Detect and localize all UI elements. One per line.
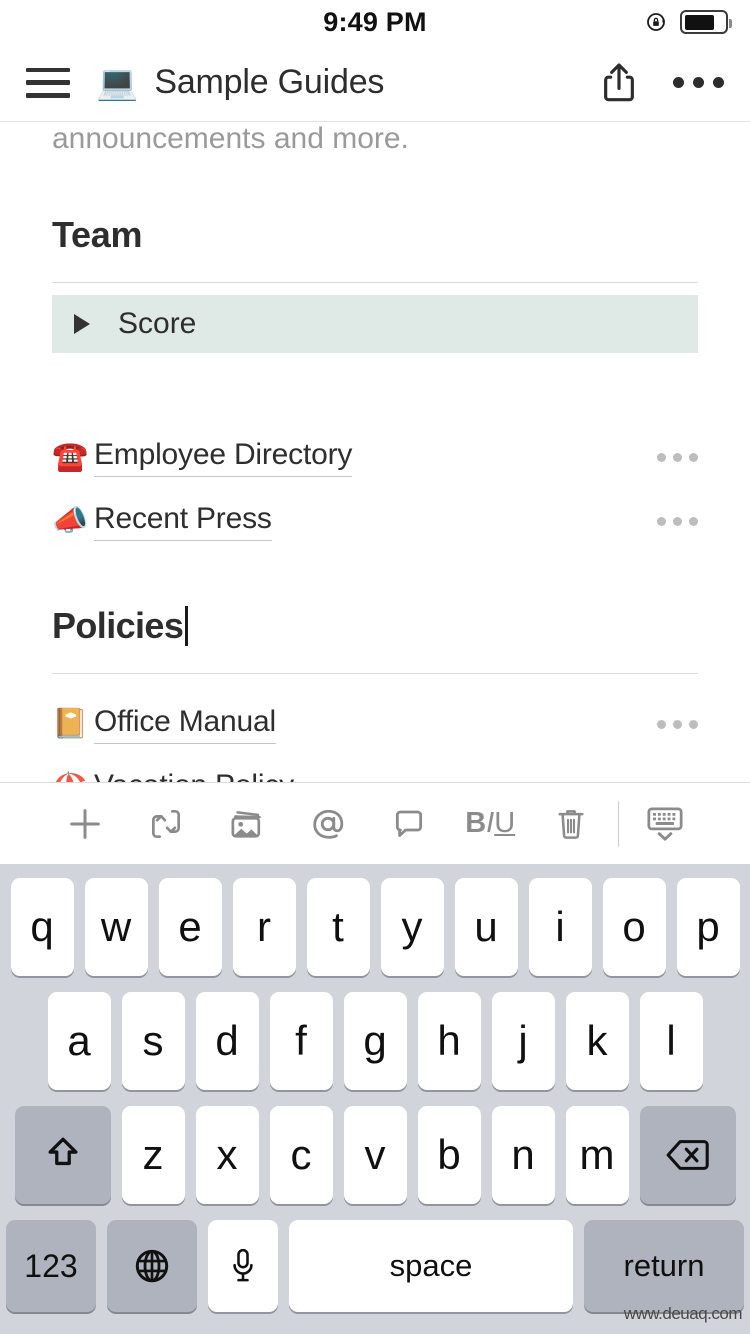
key-p[interactable]: p [676,878,740,976]
keyboard-row-3: z x c v b n m [0,1106,750,1204]
key-e[interactable]: e [158,878,222,976]
plus-icon [69,808,100,839]
keyboard-row-1: q w e r t y u i o p [0,878,750,976]
more-options-icon[interactable] [673,77,724,88]
add-block-button[interactable] [44,804,125,844]
key-o[interactable]: o [602,878,666,976]
mention-icon [313,809,344,839]
row-more-icon[interactable] [657,516,698,526]
space-key[interactable]: space [289,1220,573,1312]
section-heading-policies-text: Policies [52,605,184,646]
triangle-right-icon[interactable] [74,314,90,334]
text-format-icon: BIU [465,807,516,839]
app-header-actions [599,61,724,105]
key-s[interactable]: s [121,992,185,1090]
document-body[interactable]: of truth for important information, poli… [0,122,750,820]
comment-button[interactable] [369,804,450,844]
key-q[interactable]: q [10,878,74,976]
status-bar: 9:49 PM [0,0,750,44]
key-c[interactable]: c [269,1106,333,1204]
watermark: www.deuaq.com [623,1304,743,1323]
key-y[interactable]: y [380,878,444,976]
row-more-icon[interactable] [657,719,698,729]
row-more-icon[interactable] [657,452,698,462]
share-icon[interactable] [599,61,639,105]
status-indicators [645,10,732,34]
battery-icon [680,10,732,34]
globe-icon [135,1249,169,1283]
backspace-key[interactable] [639,1106,736,1204]
list-item[interactable]: 📔 Office Manual [52,692,698,756]
key-a[interactable]: a [47,992,111,1090]
globe-key[interactable] [107,1220,197,1312]
toggle-label: Score [118,307,197,340]
key-g[interactable]: g [343,992,407,1090]
hamburger-menu-icon[interactable] [26,67,70,98]
keyboard-row-2: a s d f g h j k l [0,992,750,1090]
rotation-lock-icon [647,13,666,31]
backspace-icon [666,1140,709,1170]
list-item[interactable]: ☎️ Employee Directory [52,425,698,489]
paragraph-text: announcements and more. [52,122,409,155]
image-icon [231,810,261,838]
key-z[interactable]: z [121,1106,185,1204]
section-divider [52,673,698,674]
team-link-list: ☎️ Employee Directory 📣 Recent Press [52,425,698,553]
comment-icon [395,810,423,837]
dismiss-keyboard-icon [647,806,683,841]
key-h[interactable]: h [417,992,481,1090]
app-header: 💻 Sample Guides [0,44,750,122]
toggle-block-score[interactable]: Score [52,295,698,353]
return-key[interactable]: return [584,1220,744,1312]
numbers-key[interactable]: 123 [6,1220,96,1312]
editor-toolbar: BIU [0,782,750,864]
key-n[interactable]: n [491,1106,555,1204]
list-item-label[interactable]: Employee Directory [94,438,352,477]
on-screen-keyboard[interactable]: q w e r t y u i o p a s d f g h j k l z … [0,864,750,1334]
microphone-icon [233,1248,253,1282]
key-d[interactable]: d [195,992,259,1090]
key-r[interactable]: r [232,878,296,976]
section-heading-team[interactable]: Team [52,214,698,256]
status-time: 9:49 PM [323,6,427,37]
telephone-emoji: ☎️ [52,441,89,473]
shift-icon [48,1137,77,1166]
section-divider [52,282,698,283]
toolbar-divider [617,800,619,847]
notebook-emoji: 📔 [52,708,89,740]
delete-button[interactable] [531,804,612,844]
shift-key[interactable] [14,1106,111,1204]
key-f[interactable]: f [269,992,333,1090]
key-l[interactable]: l [639,992,703,1090]
text-format-button[interactable]: BIU [450,807,531,840]
dismiss-keyboard-button[interactable] [625,803,706,845]
mention-button[interactable] [287,803,368,845]
key-b[interactable]: b [417,1106,481,1204]
key-i[interactable]: i [528,878,592,976]
key-x[interactable]: x [195,1106,259,1204]
key-m[interactable]: m [565,1106,629,1204]
key-u[interactable]: u [454,878,518,976]
keyboard-row-4: 123 space return [0,1220,750,1312]
move-block-icon [151,809,180,838]
megaphone-emoji: 📣 [52,505,89,537]
text-cursor [185,606,189,646]
list-item-label[interactable]: Recent Press [94,502,272,541]
list-item-label[interactable]: Office Manual [94,705,276,744]
key-w[interactable]: w [84,878,148,976]
section-heading-policies[interactable]: Policies [52,605,698,647]
move-block-button[interactable] [125,805,206,843]
laptop-emoji: 💻 [96,63,139,102]
page-title: Sample Guides [154,63,385,101]
key-k[interactable]: k [565,992,629,1090]
dictation-key[interactable] [208,1220,278,1312]
trash-icon [558,809,584,839]
clipped-paragraph: of truth for important information, poli… [52,122,698,162]
key-j[interactable]: j [491,992,555,1090]
key-v[interactable]: v [343,1106,407,1204]
insert-image-button[interactable] [206,804,287,844]
phone-screen: 9:49 PM 💻 Sample Guides announcements an… [0,0,750,1334]
list-item[interactable]: 📣 Recent Press [52,489,698,553]
key-t[interactable]: t [306,878,370,976]
